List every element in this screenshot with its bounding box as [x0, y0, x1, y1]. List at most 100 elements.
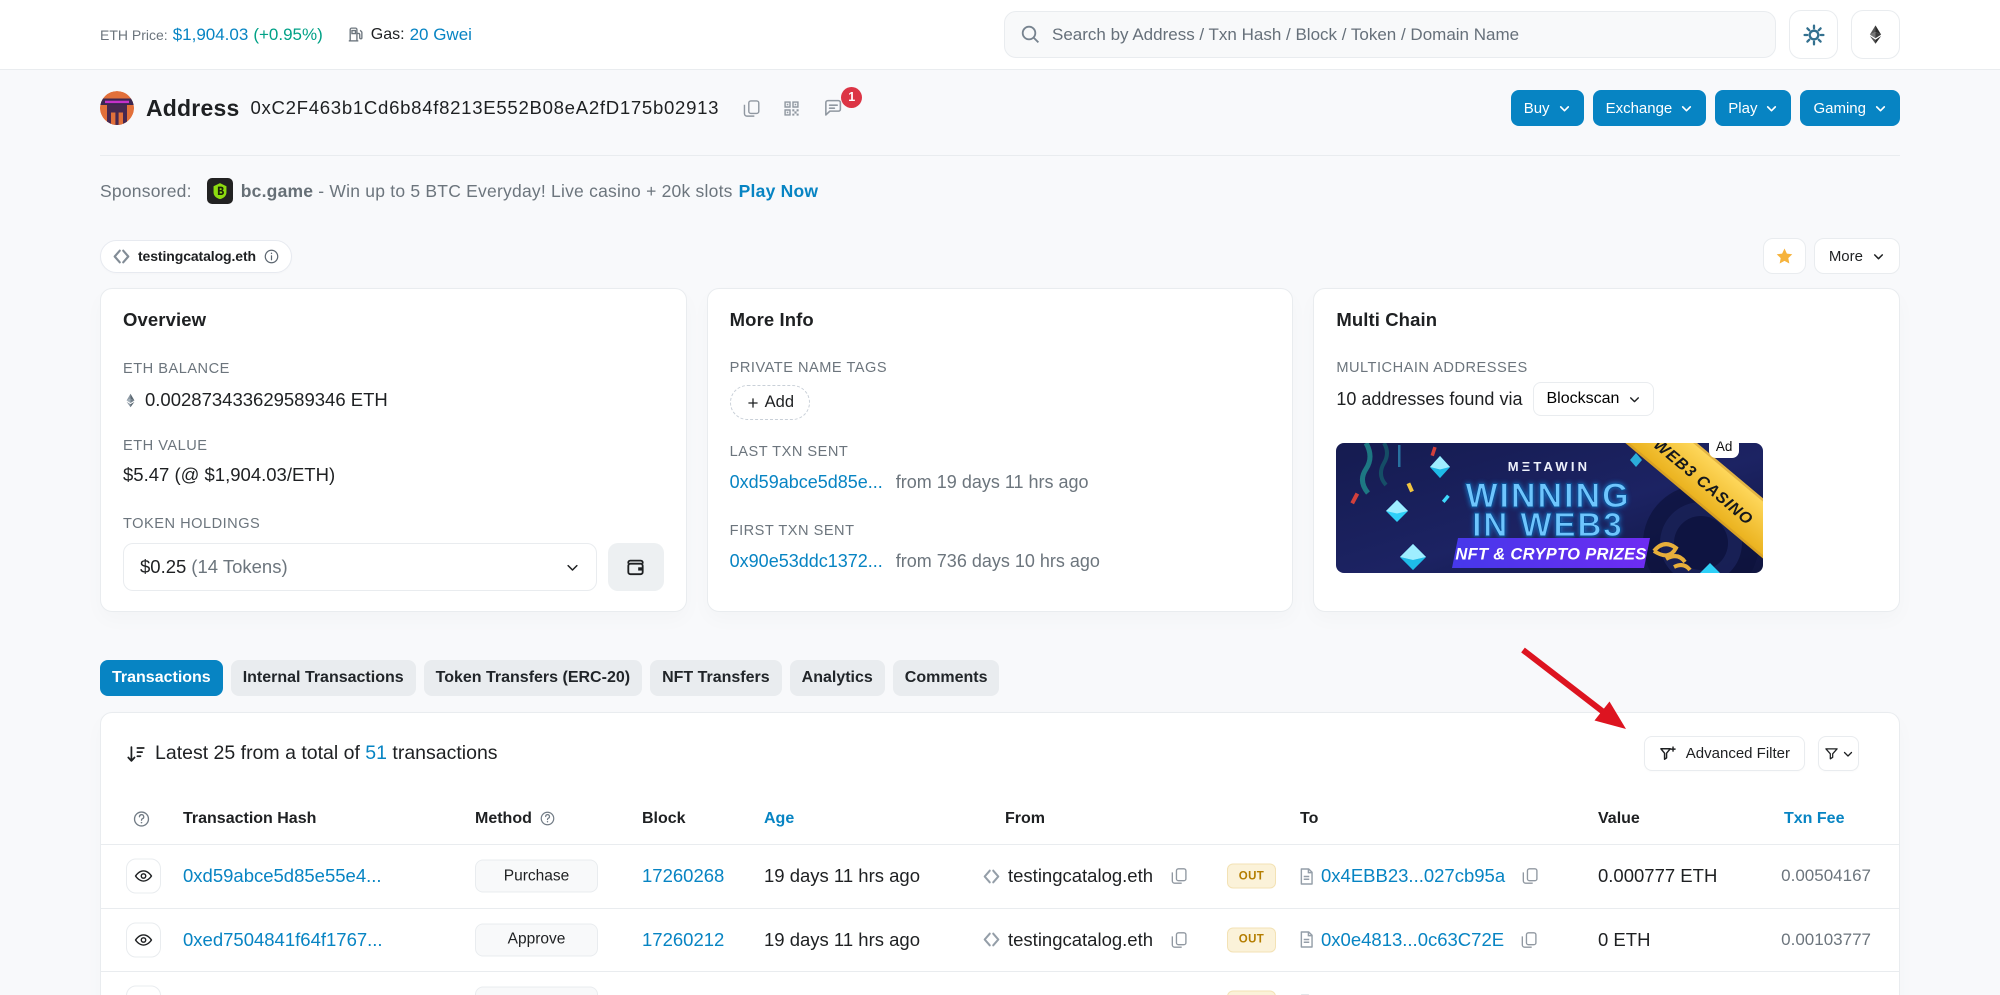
- wallet-icon: [624, 556, 647, 579]
- direction-out-badge: OUT: [1227, 991, 1276, 995]
- favorite-star-button[interactable]: [1763, 238, 1806, 274]
- ens-name-label: testingcatalog.eth: [138, 248, 256, 264]
- play-button[interactable]: Play: [1715, 90, 1791, 126]
- copy-from-icon[interactable]: [1170, 931, 1188, 949]
- eth-balance-amount: 0.002873433629589346 ETH: [145, 389, 388, 411]
- sort-descending-icon[interactable]: [125, 743, 147, 765]
- from-name[interactable]: testingcatalog.eth: [1008, 929, 1153, 951]
- topbar-right: [1004, 10, 1900, 59]
- theme-toggle-button[interactable]: [1789, 10, 1838, 59]
- chevron-down-icon: [565, 560, 580, 575]
- total-count-link[interactable]: 51: [365, 742, 387, 764]
- first-txn-hash-link[interactable]: 0x90e53ddc1372...: [730, 551, 883, 572]
- tab-nft-transfers[interactable]: NFT Transfers: [650, 660, 782, 696]
- eth-balance-label: ETH BALANCE: [123, 361, 664, 377]
- more-dropdown-button[interactable]: More: [1814, 238, 1900, 274]
- search-bar: [1004, 11, 1776, 58]
- summary-cards: Overview ETH BALANCE 0.00287343362958934…: [100, 288, 1900, 612]
- wallet-button[interactable]: [608, 543, 664, 591]
- transaction-row: 0xed7504841f64f1767... Approve 17260212 …: [101, 909, 1899, 973]
- multichain-found-row: 10 addresses found via Blockscan: [1336, 382, 1877, 416]
- eth-balance-value: 0.002873433629589346 ETH: [123, 389, 664, 411]
- copy-from-icon[interactable]: [1170, 867, 1188, 885]
- ens-brackets-icon: [982, 867, 1001, 886]
- comments-icon[interactable]: 1: [822, 98, 843, 119]
- copy-to-icon[interactable]: [1520, 931, 1538, 949]
- gaming-button[interactable]: Gaming: [1800, 90, 1900, 126]
- svg-text:NFT & CRYPTO PRIZES: NFT & CRYPTO PRIZES: [1456, 546, 1647, 564]
- last-txn-row: 0xd59abce5d85e... from 19 days 11 hrs ag…: [730, 472, 1271, 493]
- copy-address-icon[interactable]: [742, 99, 761, 118]
- address-hash: 0xC2F463b1Cd6b84f8213E552B08eA2fD175b029…: [250, 97, 719, 119]
- block-link[interactable]: 17260268: [642, 865, 724, 887]
- value-cell: 0.000777 ETH: [1598, 865, 1717, 887]
- gas-value[interactable]: 20 Gwei: [410, 25, 472, 45]
- eth-price-value[interactable]: $1,904.03: [173, 25, 249, 45]
- txn-hash-link[interactable]: 0xd59abce5d85e55e4...: [183, 865, 382, 887]
- header-divider: [100, 155, 1900, 156]
- qr-code-icon[interactable]: [782, 99, 801, 118]
- preview-eye-button[interactable]: [126, 859, 161, 894]
- table-header-row: Transaction Hash Method Block Age From T…: [101, 793, 1899, 845]
- from-name[interactable]: testingcatalog.eth: [1008, 865, 1153, 887]
- tab-analytics[interactable]: Analytics: [790, 660, 885, 696]
- gas-label: Gas:: [371, 26, 405, 44]
- overview-title: Overview: [123, 309, 664, 331]
- private-name-tags-label: PRIVATE NAME TAGS: [730, 360, 1271, 376]
- eth-value-label: ETH VALUE: [123, 438, 664, 454]
- preview-eye-button[interactable]: [126, 986, 161, 995]
- add-name-tag-button[interactable]: Add: [730, 385, 810, 420]
- to-address-link[interactable]: 0x0e4813...0c63C72E: [1321, 929, 1504, 951]
- metawin-ad-banner[interactable]: WEB3 CASINO MΞTAWIN WINNING WINNING IN W…: [1336, 443, 1763, 573]
- method-badge[interactable]: Purchase: [475, 860, 598, 893]
- block-link[interactable]: 17260212: [642, 929, 724, 951]
- method-badge[interactable]: Approve: [475, 923, 598, 956]
- tab-comments[interactable]: Comments: [893, 660, 1000, 696]
- age-cell: 19 days 11 hrs ago: [764, 865, 920, 887]
- chevron-down-icon: [1874, 102, 1887, 115]
- method-badge[interactable]: [475, 987, 598, 995]
- play-now-link[interactable]: Play Now: [739, 181, 819, 202]
- more-label: More: [1829, 248, 1863, 265]
- txn-hash-link[interactable]: 0xed7504841f64f1767...: [183, 929, 383, 951]
- blockscan-dropdown[interactable]: Blockscan: [1533, 382, 1654, 416]
- sponsor-name[interactable]: bc.game: [241, 181, 314, 202]
- more-info-card: More Info PRIVATE NAME TAGS Add LAST TXN…: [707, 288, 1294, 612]
- token-holdings-row: $0.25 (14 Tokens): [123, 543, 664, 591]
- copy-to-icon[interactable]: [1521, 867, 1539, 885]
- network-selector-button[interactable]: [1851, 10, 1900, 59]
- to-address-link[interactable]: 0x4EBB23...027cb95a: [1321, 865, 1505, 887]
- ens-brackets-icon: [112, 247, 131, 266]
- advanced-filter-button[interactable]: Advanced Filter: [1644, 736, 1805, 771]
- last-txn-hash-link[interactable]: 0xd59abce5d85e...: [730, 472, 883, 493]
- tab-token-transfers[interactable]: Token Transfers (ERC-20): [424, 660, 642, 696]
- eth-glyph-icon: [123, 393, 138, 408]
- transactions-card: Latest 25 from a total of 51 transaction…: [100, 712, 1900, 995]
- multichain-title: Multi Chain: [1336, 309, 1877, 331]
- filter-controls: Advanced Filter: [1644, 736, 1859, 771]
- row-help-icon[interactable]: [132, 809, 151, 828]
- preview-eye-button[interactable]: [126, 922, 161, 957]
- info-icon[interactable]: [263, 248, 280, 265]
- chevron-down-icon: [1842, 748, 1854, 760]
- ad-banner-wrap: Ad: [1336, 443, 1763, 573]
- col-to: To: [1300, 810, 1318, 828]
- tab-transactions[interactable]: Transactions: [100, 660, 223, 696]
- ens-name-chip[interactable]: testingcatalog.eth: [100, 240, 292, 273]
- search-input[interactable]: [1052, 25, 1760, 45]
- exchange-button[interactable]: Exchange: [1593, 90, 1707, 126]
- gaming-label: Gaming: [1813, 100, 1866, 117]
- filter-dropdown-button[interactable]: [1818, 736, 1859, 771]
- play-label: Play: [1728, 100, 1757, 117]
- summary-prefix: Latest 25 from a total of: [155, 742, 360, 764]
- col-txn-fee-link[interactable]: Txn Fee: [1784, 810, 1844, 828]
- ethereum-logo-icon: [1865, 24, 1886, 45]
- buy-button[interactable]: Buy: [1511, 90, 1584, 126]
- token-holdings-label: TOKEN HOLDINGS: [123, 516, 664, 532]
- tab-internal-transactions[interactable]: Internal Transactions: [231, 660, 416, 696]
- last-txn-label: LAST TXN SENT: [730, 444, 1271, 460]
- token-holdings-dropdown[interactable]: $0.25 (14 Tokens): [123, 543, 597, 591]
- add-label: Add: [765, 393, 794, 412]
- col-age-link[interactable]: Age: [764, 810, 794, 828]
- col-value: Value: [1598, 810, 1640, 828]
